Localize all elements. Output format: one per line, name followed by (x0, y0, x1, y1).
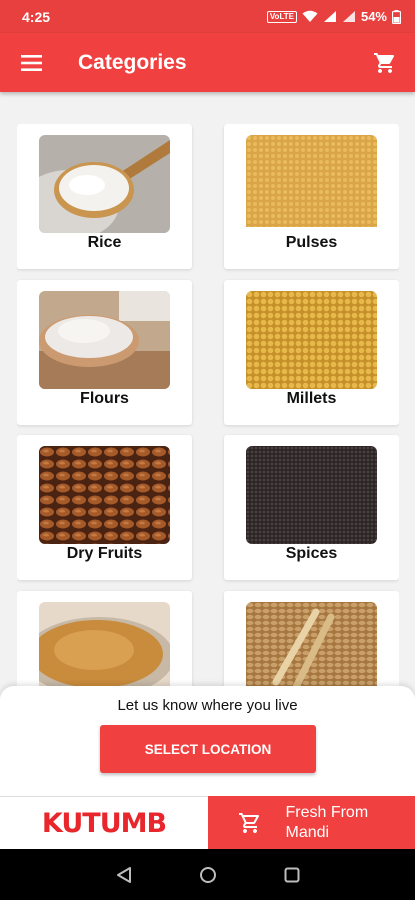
signal-icon-2 (342, 11, 355, 22)
menu-button[interactable] (0, 33, 62, 92)
status-time: 4:25 (22, 8, 51, 25)
brand-logo: KUTUMB (41, 807, 167, 839)
category-card-millets[interactable]: Millets (224, 280, 399, 425)
flour-image (39, 291, 170, 389)
category-label: Flours (80, 390, 129, 407)
battery-icon (392, 9, 401, 24)
cart-outline-icon (238, 812, 259, 833)
wifi-icon (302, 10, 318, 22)
fresh-from-mandi-label: Fresh From Mandi (285, 803, 369, 841)
location-prompt: Let us know where you live (117, 697, 298, 714)
status-bar: 4:25 VoLTE 54% (0, 0, 415, 33)
system-nav-bar (0, 849, 415, 900)
category-card-7[interactable] (17, 591, 192, 686)
category-card-rice[interactable]: Rice (17, 124, 192, 269)
cart-button[interactable] (355, 33, 415, 92)
category-label: Dry Fruits (66, 545, 143, 562)
app-bar: Categories (0, 33, 415, 92)
category-label: Pulses (285, 234, 338, 251)
signal-icon (323, 11, 336, 22)
battery-percent: 54% (360, 9, 387, 24)
category-card-8[interactable] (224, 591, 399, 686)
bottom-bar: KUTUMB Fresh From Mandi (0, 796, 415, 849)
category-card-flours[interactable]: Flours (17, 280, 192, 425)
status-icons: VoLTE 54% (266, 9, 401, 24)
volte-icon: VoLTE (266, 10, 297, 23)
wheat-image (246, 602, 377, 686)
location-sheet: Let us know where you live SELECT LOCATI… (0, 686, 415, 796)
brand-logo-area[interactable]: KUTUMB (0, 796, 208, 849)
cart-icon (374, 52, 395, 73)
powder-image (39, 602, 170, 686)
millets-image (246, 291, 377, 389)
category-label: Rice (87, 234, 122, 251)
category-card-spices[interactable]: Spices (224, 435, 399, 580)
category-grid: Rice Pulses Flours Millets Dry Fruits Sp… (17, 124, 399, 686)
almonds-image (39, 446, 170, 544)
page-title: Categories (78, 50, 187, 74)
spices-image (246, 446, 377, 544)
category-label: Millets (286, 390, 337, 407)
category-card-pulses[interactable]: Pulses (224, 124, 399, 269)
recents-icon[interactable] (283, 866, 301, 884)
hamburger-menu-icon (20, 54, 42, 71)
home-icon[interactable] (199, 866, 217, 884)
back-icon[interactable] (115, 866, 133, 884)
category-label: Spices (285, 545, 338, 562)
category-card-dry-fruits[interactable]: Dry Fruits (17, 435, 192, 580)
select-location-button[interactable]: SELECT LOCATION (100, 725, 316, 773)
pulses-image (246, 135, 377, 233)
rice-image (39, 135, 170, 233)
fresh-from-mandi-button[interactable]: Fresh From Mandi (208, 796, 415, 849)
